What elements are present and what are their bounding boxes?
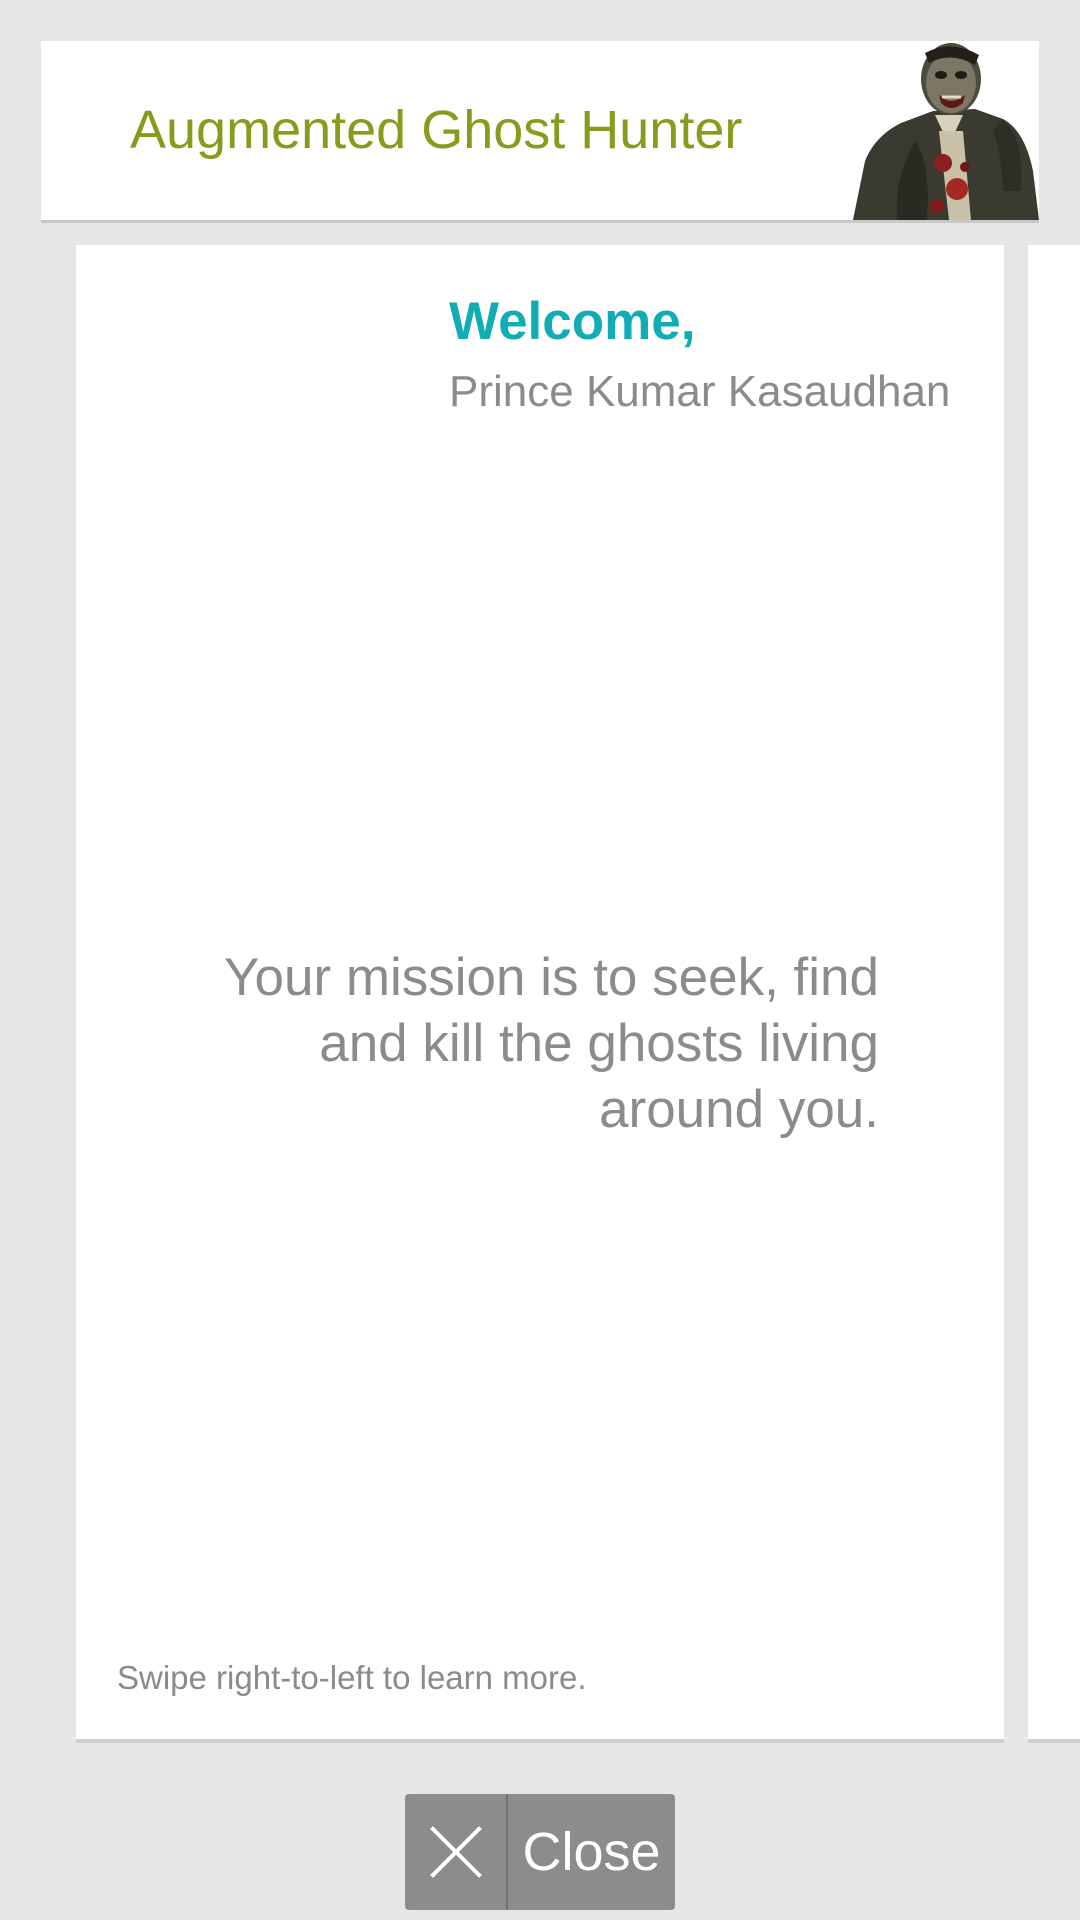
close-button-label: Close bbox=[522, 1822, 661, 1882]
swipe-hint: Swipe right-to-left to learn more. bbox=[117, 1659, 587, 1696]
welcome-heading: Welcome, bbox=[449, 292, 696, 351]
app-header: Augmented Ghost Hunter bbox=[41, 41, 1039, 220]
user-name: Prince Kumar Kasaudhan bbox=[449, 367, 951, 416]
app-title: Augmented Ghost Hunter bbox=[130, 100, 743, 160]
close-button[interactable]: Close bbox=[405, 1794, 675, 1910]
mission-line: and kill the ghosts living bbox=[319, 1014, 879, 1073]
zombie-image bbox=[853, 43, 1039, 220]
next-card-peek[interactable] bbox=[1028, 245, 1080, 1739]
close-icon bbox=[405, 1794, 508, 1910]
mission-line: around you. bbox=[599, 1080, 879, 1139]
mission-line: Your mission is to seek, find bbox=[224, 948, 879, 1007]
welcome-card[interactable]: Welcome, Prince Kumar Kasaudhan Your mis… bbox=[76, 245, 1004, 1739]
mission-text: Your mission is to seek, find and kill t… bbox=[136, 945, 879, 1143]
